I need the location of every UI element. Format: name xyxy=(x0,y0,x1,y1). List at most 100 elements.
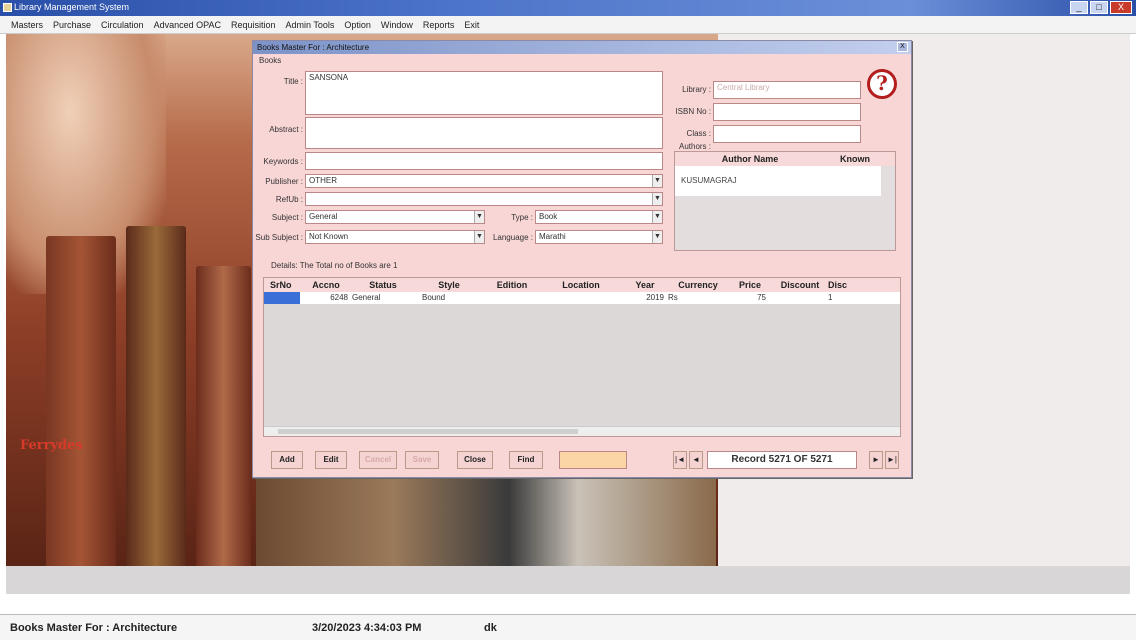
class-field[interactable] xyxy=(713,125,861,143)
help-icon[interactable]: ? xyxy=(867,69,897,99)
cell-status: General xyxy=(352,293,381,302)
col-edition: Edition xyxy=(496,280,528,290)
books-section-label: Books xyxy=(259,56,282,65)
app-title-bar: Library Management System _ □ X xyxy=(0,0,1136,16)
library-label: Library : xyxy=(682,85,711,94)
maximize-button[interactable]: □ xyxy=(1090,1,1108,14)
find-input[interactable] xyxy=(559,451,627,469)
menu-advanced-opac[interactable]: Advanced OPAC xyxy=(149,16,226,33)
subject-select[interactable]: General ▼ xyxy=(305,210,485,224)
next-record-button[interactable]: ► xyxy=(869,451,883,469)
find-button[interactable]: Find xyxy=(509,451,543,469)
refub-label: RefUb : xyxy=(275,195,303,204)
col-disc: Disc xyxy=(828,280,848,290)
add-button[interactable]: Add xyxy=(271,451,303,469)
col-srno: SrNo xyxy=(270,280,292,290)
cell-accno: 6248 xyxy=(330,293,348,302)
authors-label: Authors : xyxy=(678,142,711,151)
library-field[interactable]: Central Library xyxy=(713,81,861,99)
menu-circulation[interactable]: Circulation xyxy=(96,16,149,33)
prev-record-button[interactable]: ◄ xyxy=(689,451,703,469)
cell-discount xyxy=(772,292,828,304)
author-name-header: Author Name xyxy=(721,154,779,164)
subject-label: Subject : xyxy=(271,213,303,222)
col-discount: Discount xyxy=(780,280,820,290)
refub-select[interactable]: ▼ xyxy=(305,192,663,206)
brand-logo-text: Ferrydes xyxy=(20,438,83,453)
status-form-name: Books Master For : Architecture xyxy=(10,621,178,634)
cancel-button[interactable]: Cancel xyxy=(359,451,397,469)
author-known-header: Known xyxy=(840,154,870,164)
publisher-select[interactable]: OTHER ▼ xyxy=(305,174,663,188)
copies-grid: SrNo Accno Status Style Edition Location… xyxy=(263,277,901,437)
isbn-field[interactable] xyxy=(713,103,861,121)
table-row[interactable]: 6248 General Bound 2019 Rs 75 1 xyxy=(264,292,900,304)
details-label: Details: The Total no of Books are 1 xyxy=(271,261,398,270)
workspace-strip xyxy=(6,566,1130,594)
abstract-field[interactable] xyxy=(305,117,663,149)
abstract-label: Abstract : xyxy=(269,125,303,134)
keywords-field[interactable] xyxy=(305,152,663,170)
col-year: Year xyxy=(635,280,655,290)
cell-disc: 1 xyxy=(828,293,833,302)
first-record-button[interactable]: |◄ xyxy=(673,451,687,469)
chevron-down-icon: ▼ xyxy=(652,211,662,223)
subject-value: General xyxy=(309,212,338,221)
menu-admin-tools[interactable]: Admin Tools xyxy=(280,16,339,33)
title-label: Title : xyxy=(283,77,303,86)
keywords-label: Keywords : xyxy=(263,157,303,166)
status-bar: Books Master For : Architecture 3/20/202… xyxy=(0,614,1136,640)
horizontal-scrollbar[interactable] xyxy=(264,426,900,436)
language-select[interactable]: Marathi ▼ xyxy=(535,230,663,244)
title-field[interactable]: SANSONA xyxy=(305,71,663,115)
col-style: Style xyxy=(438,280,460,290)
isbn-label: ISBN No : xyxy=(675,107,711,116)
sub-subject-select[interactable]: Not Known ▼ xyxy=(305,230,485,244)
language-value: Marathi xyxy=(539,232,566,241)
publisher-value: OTHER xyxy=(309,176,337,185)
dialog-close-button[interactable]: X xyxy=(897,42,908,52)
class-label: Class : xyxy=(686,129,711,138)
app-icon xyxy=(3,3,12,12)
col-price: Price xyxy=(738,280,762,290)
cell-year: 2019 xyxy=(646,293,664,302)
menu-reports[interactable]: Reports xyxy=(418,16,460,33)
menu-exit[interactable]: Exit xyxy=(459,16,484,33)
save-button[interactable]: Save xyxy=(405,451,439,469)
scrollbar-thumb[interactable] xyxy=(278,429,578,434)
type-value: Book xyxy=(539,212,558,221)
last-record-button[interactable]: ►| xyxy=(885,451,899,469)
books-master-dialog: Books Master For : Architecture X Books … xyxy=(252,40,912,478)
sub-subject-value: Not Known xyxy=(309,232,349,241)
cell-srno xyxy=(264,292,300,304)
chevron-down-icon: ▼ xyxy=(652,193,662,205)
chevron-down-icon: ▼ xyxy=(652,175,662,187)
col-location: Location xyxy=(562,280,600,290)
record-counter: Record 5271 OF 5271 xyxy=(707,451,857,469)
author-name-cell: KUSUMAGRAJ xyxy=(681,176,737,185)
menu-requisition[interactable]: Requisition xyxy=(226,16,281,33)
sub-subject-label: Sub Subject : xyxy=(255,233,303,242)
menu-masters[interactable]: Masters xyxy=(6,16,48,33)
chevron-down-icon: ▼ xyxy=(652,231,662,243)
author-row[interactable]: KUSUMAGRAJ xyxy=(675,166,881,196)
edit-button[interactable]: Edit xyxy=(315,451,347,469)
app-title: Library Management System xyxy=(14,2,130,12)
dialog-title: Books Master For : Architecture xyxy=(257,43,370,52)
col-currency: Currency xyxy=(678,280,718,290)
col-status: Status xyxy=(369,280,397,290)
type-label: Type : xyxy=(511,213,533,222)
menu-option[interactable]: Option xyxy=(339,16,376,33)
status-datetime: 3/20/2023 4:34:03 PM xyxy=(312,621,422,634)
close-window-button[interactable]: X xyxy=(1110,1,1132,14)
language-label: Language : xyxy=(492,233,533,242)
menu-purchase[interactable]: Purchase xyxy=(48,16,96,33)
cell-location xyxy=(540,292,622,304)
minimize-button[interactable]: _ xyxy=(1070,1,1088,14)
type-select[interactable]: Book ▼ xyxy=(535,210,663,224)
menu-window[interactable]: Window xyxy=(376,16,418,33)
authors-table: Author Name Known KUSUMAGRAJ xyxy=(674,151,896,251)
dialog-title-bar: Books Master For : Architecture X xyxy=(253,41,911,54)
close-button[interactable]: Close xyxy=(457,451,493,469)
status-user: dk xyxy=(484,621,497,634)
